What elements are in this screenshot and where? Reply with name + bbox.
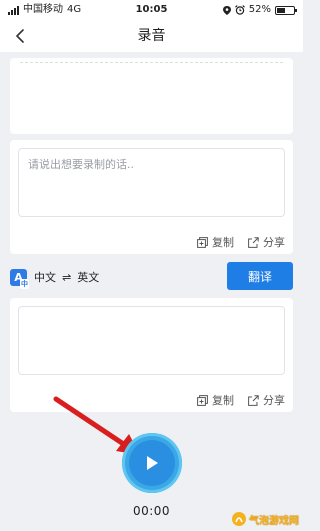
watermark-logo-icon bbox=[232, 512, 246, 526]
watermark-text: 气泡游戏网 bbox=[249, 515, 299, 527]
record-inner bbox=[129, 440, 175, 486]
record-play-button[interactable] bbox=[122, 433, 182, 493]
play-icon bbox=[147, 456, 158, 470]
watermark: 气泡游戏网 bbox=[231, 511, 299, 527]
